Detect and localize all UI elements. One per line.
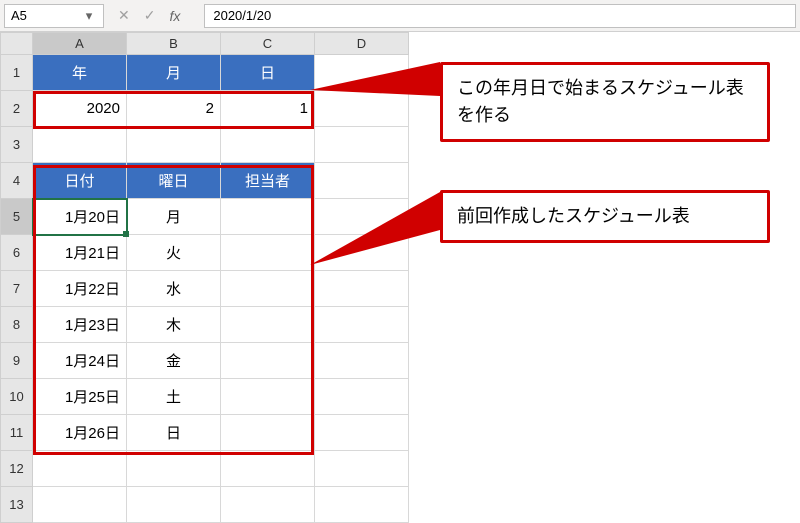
cell[interactable]: 1月25日 <box>33 379 127 415</box>
formula-bar-value: 2020/1/20 <box>213 8 271 23</box>
cell[interactable]: 土 <box>127 379 221 415</box>
cell[interactable] <box>221 451 315 487</box>
cell[interactable] <box>315 127 409 163</box>
cell[interactable]: 1月23日 <box>33 307 127 343</box>
row-header[interactable]: 2 <box>1 91 33 127</box>
cell[interactable]: 2020 <box>33 91 127 127</box>
col-header-A[interactable]: A <box>33 33 127 55</box>
cell[interactable]: 木 <box>127 307 221 343</box>
fx-icon[interactable]: fx <box>169 8 180 24</box>
cell[interactable] <box>315 235 409 271</box>
check-icon[interactable]: ✓ <box>144 7 156 24</box>
cell[interactable] <box>33 127 127 163</box>
cell[interactable]: 日 <box>221 55 315 91</box>
row-header[interactable]: 4 <box>1 163 33 199</box>
grid[interactable]: A B C D 1 年 月 日 2 2020 2 1 3 4 日付 <box>0 32 409 523</box>
row-header[interactable]: 11 <box>1 415 33 451</box>
row-header[interactable]: 7 <box>1 271 33 307</box>
callout-2-text: 前回作成したスケジュール表 <box>457 206 690 226</box>
name-box[interactable]: A5 ▾ <box>4 4 104 28</box>
cell[interactable] <box>315 163 409 199</box>
cell[interactable] <box>315 415 409 451</box>
cell[interactable] <box>221 343 315 379</box>
cell[interactable] <box>221 415 315 451</box>
row-header[interactable]: 5 <box>1 199 33 235</box>
cell[interactable]: 担当者 <box>221 163 315 199</box>
cell[interactable]: 1月22日 <box>33 271 127 307</box>
row-header[interactable]: 10 <box>1 379 33 415</box>
chevron-down-icon[interactable]: ▾ <box>81 8 97 24</box>
cell[interactable]: 1月24日 <box>33 343 127 379</box>
callout-1-text: この年月日で始まるスケジュール表を作る <box>457 78 744 125</box>
col-header-D[interactable]: D <box>315 33 409 55</box>
cell[interactable]: 1 <box>221 91 315 127</box>
cell[interactable] <box>221 379 315 415</box>
cell[interactable]: 月 <box>127 199 221 235</box>
cell[interactable]: 日付 <box>33 163 127 199</box>
cell[interactable] <box>221 487 315 523</box>
cell[interactable]: 火 <box>127 235 221 271</box>
row-header[interactable]: 6 <box>1 235 33 271</box>
callout-2: 前回作成したスケジュール表 <box>440 190 770 243</box>
col-header-B[interactable]: B <box>127 33 221 55</box>
formula-icons: ✕ ✓ fx <box>118 7 190 24</box>
cell[interactable] <box>33 487 127 523</box>
cell[interactable] <box>315 199 409 235</box>
cell[interactable] <box>315 487 409 523</box>
cell[interactable]: 水 <box>127 271 221 307</box>
cell[interactable] <box>127 127 221 163</box>
cell[interactable] <box>315 91 409 127</box>
cell[interactable]: 1月26日 <box>33 415 127 451</box>
callout-1: この年月日で始まるスケジュール表を作る <box>440 62 770 142</box>
cell-selected[interactable]: 1月20日 <box>33 199 127 235</box>
cell[interactable] <box>315 55 409 91</box>
cell[interactable]: 日 <box>127 415 221 451</box>
cell[interactable] <box>221 307 315 343</box>
formula-bar[interactable]: 2020/1/20 <box>204 4 796 28</box>
cell[interactable] <box>33 451 127 487</box>
row-header[interactable]: 12 <box>1 451 33 487</box>
col-header-C[interactable]: C <box>221 33 315 55</box>
cell[interactable]: 2 <box>127 91 221 127</box>
row-header[interactable]: 8 <box>1 307 33 343</box>
cell[interactable] <box>221 199 315 235</box>
cell[interactable]: 金 <box>127 343 221 379</box>
cell[interactable] <box>221 235 315 271</box>
row-header[interactable]: 13 <box>1 487 33 523</box>
cell[interactable] <box>127 451 221 487</box>
formula-bar-row: A5 ▾ ✕ ✓ fx 2020/1/20 <box>0 0 800 32</box>
cell[interactable] <box>315 343 409 379</box>
row-header[interactable]: 9 <box>1 343 33 379</box>
cell[interactable] <box>315 307 409 343</box>
cancel-icon[interactable]: ✕ <box>118 7 130 24</box>
cell[interactable] <box>315 271 409 307</box>
row-header[interactable]: 3 <box>1 127 33 163</box>
cell[interactable] <box>315 379 409 415</box>
cell[interactable]: 1月21日 <box>33 235 127 271</box>
cell[interactable]: 曜日 <box>127 163 221 199</box>
cell[interactable] <box>127 487 221 523</box>
cell[interactable] <box>221 127 315 163</box>
row-header[interactable]: 1 <box>1 55 33 91</box>
cell[interactable] <box>221 271 315 307</box>
name-box-value: A5 <box>11 8 27 23</box>
cell[interactable] <box>315 451 409 487</box>
cell[interactable]: 月 <box>127 55 221 91</box>
select-all-corner[interactable] <box>1 33 33 55</box>
cell[interactable]: 年 <box>33 55 127 91</box>
